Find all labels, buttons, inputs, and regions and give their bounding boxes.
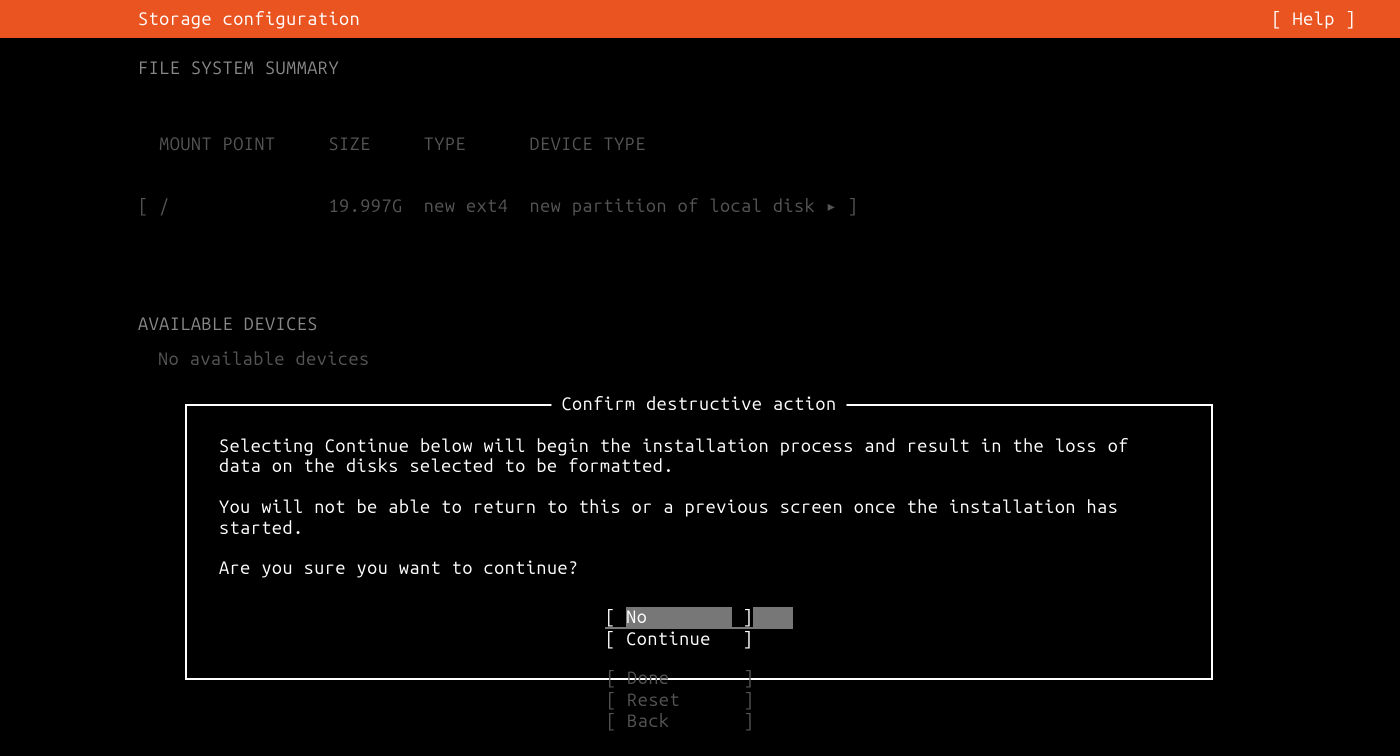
row-close-bracket: ]	[837, 196, 858, 216]
footer-button-group: [ Done ] [ Reset ] [ Back ]	[0, 668, 1400, 733]
dialog-paragraph-1: Selecting Continue below will begin the …	[219, 436, 1179, 477]
fs-summary-heading: FILE SYSTEM SUMMARY	[0, 58, 1400, 79]
bracket-open-icon: [	[605, 629, 626, 649]
row-open-bracket: [	[138, 196, 159, 216]
no-button-label: No	[626, 607, 732, 627]
back-button[interactable]: [ Back ]	[606, 711, 794, 733]
page-title: Storage configuration	[0, 9, 360, 30]
dialog-paragraph-3: Are you sure you want to continue?	[219, 558, 1179, 579]
continue-button-label: Continue	[626, 629, 732, 649]
help-button[interactable]: [ Help ]	[1271, 9, 1392, 30]
confirm-dialog: Confirm destructive action Selecting Con…	[185, 404, 1213, 681]
fs-mount-point: /	[159, 196, 328, 216]
fs-row[interactable]: [ / 19.997G new ext4 new partition of lo…	[138, 196, 1400, 217]
chevron-right-icon: ▸	[826, 196, 837, 216]
bracket-open-icon: [	[606, 690, 627, 710]
no-button[interactable]: [ No ]	[605, 607, 793, 629]
dialog-paragraph-2: You will not be able to return to this o…	[219, 497, 1179, 538]
dialog-title: Confirm destructive action	[551, 394, 846, 415]
fs-size: 19.997G	[328, 196, 423, 216]
reset-button[interactable]: [ Reset ]	[606, 690, 794, 712]
bracket-close-icon: ]	[733, 690, 754, 710]
confirm-dialog-wrapper: Confirm destructive action Selecting Con…	[185, 404, 1213, 681]
bracket-close-icon: ]	[733, 668, 754, 688]
available-devices-heading: AVAILABLE DEVICES	[0, 314, 1400, 335]
fs-summary-table: MOUNT POINT SIZE TYPE DEVICE TYPE [ / 19…	[0, 93, 1400, 259]
bracket-close-icon: ]	[732, 629, 753, 649]
bracket-close-icon: ]	[732, 607, 753, 627]
done-button[interactable]: [ Done ]	[606, 668, 794, 690]
fs-type: new ext4	[424, 196, 530, 216]
fs-columns-row: MOUNT POINT SIZE TYPE DEVICE TYPE	[138, 134, 1400, 155]
bracket-close-icon: ]	[733, 711, 754, 731]
fs-device-type: new partition of local disk	[530, 196, 826, 216]
title-bar: Storage configuration [ Help ]	[0, 0, 1400, 38]
page-body: FILE SYSTEM SUMMARY MOUNT POINT SIZE TYP…	[0, 38, 1400, 680]
back-button-label: Back	[627, 711, 733, 731]
no-available-devices: No available devices	[0, 349, 1400, 370]
dialog-button-group: [ No ] [ Continue ]	[219, 607, 1179, 650]
bracket-open-icon: [	[606, 711, 627, 731]
continue-button[interactable]: [ Continue ]	[605, 629, 793, 651]
bracket-open-icon: [	[606, 668, 627, 688]
bracket-open-icon: [	[605, 607, 626, 627]
reset-button-label: Reset	[627, 690, 733, 710]
done-button-label: Done	[627, 668, 733, 688]
